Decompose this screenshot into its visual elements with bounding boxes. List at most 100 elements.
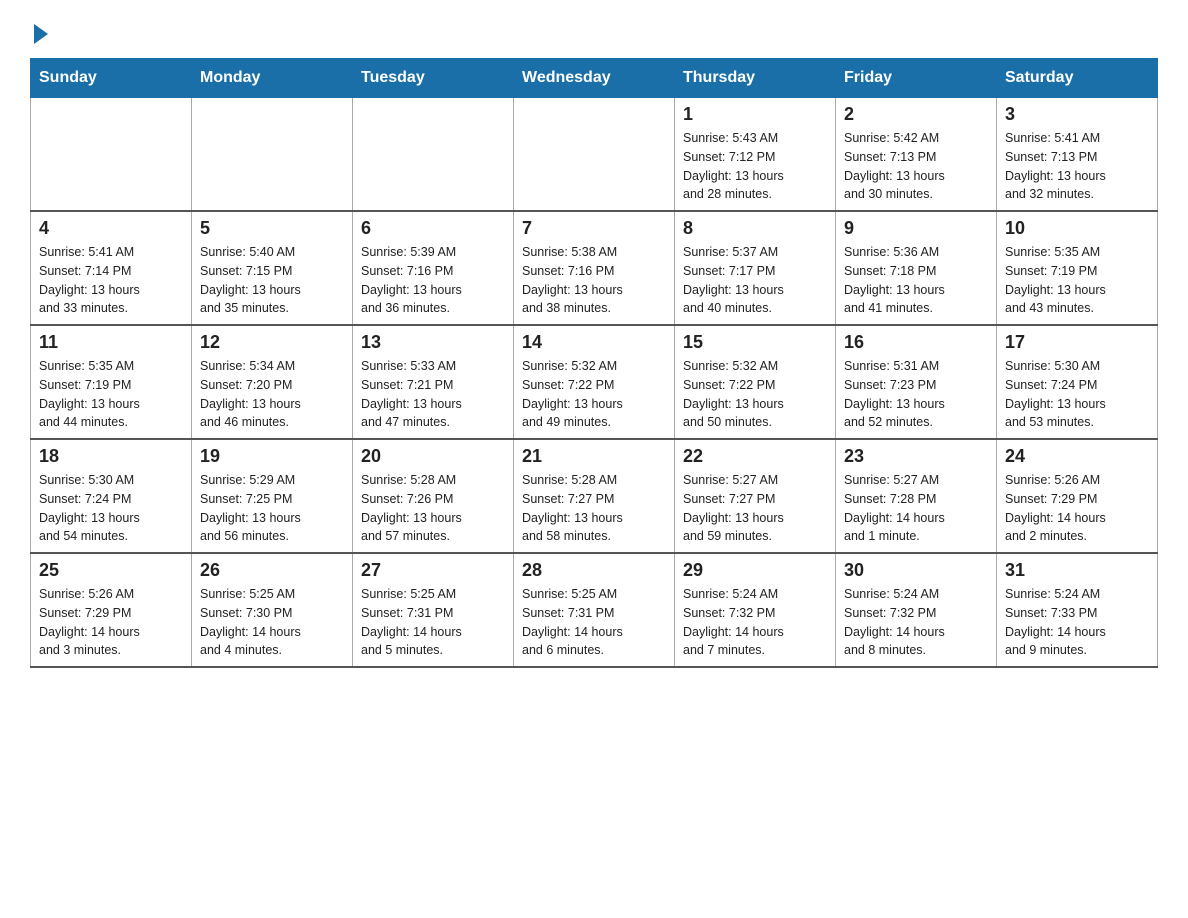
day-number: 29	[683, 560, 827, 581]
day-info: Sunrise: 5:35 AM Sunset: 7:19 PM Dayligh…	[39, 357, 183, 432]
calendar-table: SundayMondayTuesdayWednesdayThursdayFrid…	[30, 58, 1158, 668]
day-number: 2	[844, 104, 988, 125]
day-number: 26	[200, 560, 344, 581]
day-info: Sunrise: 5:43 AM Sunset: 7:12 PM Dayligh…	[683, 129, 827, 204]
weekday-header-monday: Monday	[192, 59, 353, 98]
day-number: 17	[1005, 332, 1149, 353]
calendar-cell: 25 Sunrise: 5:26 AM Sunset: 7:29 PM Dayli…	[31, 553, 192, 667]
day-number: 15	[683, 332, 827, 353]
day-number: 25	[39, 560, 183, 581]
day-number: 14	[522, 332, 666, 353]
day-info: Sunrise: 5:34 AM Sunset: 7:20 PM Dayligh…	[200, 357, 344, 432]
day-number: 4	[39, 218, 183, 239]
day-info: Sunrise: 5:32 AM Sunset: 7:22 PM Dayligh…	[522, 357, 666, 432]
calendar-week-row: 4 Sunrise: 5:41 AM Sunset: 7:14 PM Daylig…	[31, 211, 1158, 325]
day-info: Sunrise: 5:32 AM Sunset: 7:22 PM Dayligh…	[683, 357, 827, 432]
calendar-cell: 22Sunrise: 5:27 AM Sunset: 7:27 PM Dayli…	[675, 439, 836, 553]
calendar-cell: 28 Sunrise: 5:25 AM Sunset: 7:31 PM Dayli…	[514, 553, 675, 667]
day-number: 21	[522, 446, 666, 467]
day-number: 13	[361, 332, 505, 353]
day-number: 19	[200, 446, 344, 467]
calendar-cell: 10Sunrise: 5:35 AM Sunset: 7:19 PM Dayli…	[997, 211, 1158, 325]
day-number: 28	[522, 560, 666, 581]
day-info: Sunrise: 5:36 AM Sunset: 7:18 PM Dayligh…	[844, 243, 988, 318]
logo	[30, 20, 48, 40]
calendar-cell: 12 Sunrise: 5:34 AM Sunset: 7:20 PM Dayli…	[192, 325, 353, 439]
day-info: Sunrise: 5:30 AM Sunset: 7:24 PM Dayligh…	[39, 471, 183, 546]
calendar-cell: 31 Sunrise: 5:24 AM Sunset: 7:33 PM Dayli…	[997, 553, 1158, 667]
day-number: 6	[361, 218, 505, 239]
calendar-cell: 24 Sunrise: 5:26 AM Sunset: 7:29 PM Dayli…	[997, 439, 1158, 553]
day-number: 30	[844, 560, 988, 581]
day-info: Sunrise: 5:25 AM Sunset: 7:30 PM Dayligh…	[200, 585, 344, 660]
day-number: 1	[683, 104, 827, 125]
day-number: 23	[844, 446, 988, 467]
day-number: 3	[1005, 104, 1149, 125]
calendar-week-row: 18 Sunrise: 5:30 AM Sunset: 7:24 PM Dayli…	[31, 439, 1158, 553]
weekday-header-row: SundayMondayTuesdayWednesdayThursdayFrid…	[31, 59, 1158, 98]
day-number: 7	[522, 218, 666, 239]
day-info: Sunrise: 5:39 AM Sunset: 7:16 PM Dayligh…	[361, 243, 505, 318]
calendar-cell: 20Sunrise: 5:28 AM Sunset: 7:26 PM Dayli…	[353, 439, 514, 553]
day-number: 24	[1005, 446, 1149, 467]
day-number: 8	[683, 218, 827, 239]
calendar-cell: 11 Sunrise: 5:35 AM Sunset: 7:19 PM Dayli…	[31, 325, 192, 439]
day-info: Sunrise: 5:26 AM Sunset: 7:29 PM Dayligh…	[39, 585, 183, 660]
day-info: Sunrise: 5:27 AM Sunset: 7:28 PM Dayligh…	[844, 471, 988, 546]
calendar-cell: 19 Sunrise: 5:29 AM Sunset: 7:25 PM Dayli…	[192, 439, 353, 553]
day-number: 9	[844, 218, 988, 239]
calendar-header: SundayMondayTuesdayWednesdayThursdayFrid…	[31, 59, 1158, 98]
calendar-cell: 3 Sunrise: 5:41 AM Sunset: 7:13 PM Daylig…	[997, 98, 1158, 212]
day-info: Sunrise: 5:30 AM Sunset: 7:24 PM Dayligh…	[1005, 357, 1149, 432]
calendar-cell	[31, 98, 192, 212]
day-info: Sunrise: 5:25 AM Sunset: 7:31 PM Dayligh…	[522, 585, 666, 660]
calendar-week-row: 25 Sunrise: 5:26 AM Sunset: 7:29 PM Dayli…	[31, 553, 1158, 667]
day-info: Sunrise: 5:42 AM Sunset: 7:13 PM Dayligh…	[844, 129, 988, 204]
calendar-cell: 13Sunrise: 5:33 AM Sunset: 7:21 PM Dayli…	[353, 325, 514, 439]
day-info: Sunrise: 5:24 AM Sunset: 7:32 PM Dayligh…	[683, 585, 827, 660]
calendar-cell: 14 Sunrise: 5:32 AM Sunset: 7:22 PM Dayli…	[514, 325, 675, 439]
page-header	[30, 20, 1158, 40]
day-info: Sunrise: 5:40 AM Sunset: 7:15 PM Dayligh…	[200, 243, 344, 318]
day-info: Sunrise: 5:29 AM Sunset: 7:25 PM Dayligh…	[200, 471, 344, 546]
weekday-header-saturday: Saturday	[997, 59, 1158, 98]
day-info: Sunrise: 5:24 AM Sunset: 7:33 PM Dayligh…	[1005, 585, 1149, 660]
day-info: Sunrise: 5:37 AM Sunset: 7:17 PM Dayligh…	[683, 243, 827, 318]
day-info: Sunrise: 5:38 AM Sunset: 7:16 PM Dayligh…	[522, 243, 666, 318]
calendar-cell: 30Sunrise: 5:24 AM Sunset: 7:32 PM Dayli…	[836, 553, 997, 667]
weekday-header-sunday: Sunday	[31, 59, 192, 98]
day-number: 27	[361, 560, 505, 581]
weekday-header-wednesday: Wednesday	[514, 59, 675, 98]
day-info: Sunrise: 5:28 AM Sunset: 7:27 PM Dayligh…	[522, 471, 666, 546]
day-info: Sunrise: 5:41 AM Sunset: 7:13 PM Dayligh…	[1005, 129, 1149, 204]
day-info: Sunrise: 5:25 AM Sunset: 7:31 PM Dayligh…	[361, 585, 505, 660]
calendar-cell: 4 Sunrise: 5:41 AM Sunset: 7:14 PM Daylig…	[31, 211, 192, 325]
day-number: 22	[683, 446, 827, 467]
calendar-cell: 17 Sunrise: 5:30 AM Sunset: 7:24 PM Dayli…	[997, 325, 1158, 439]
calendar-cell: 5 Sunrise: 5:40 AM Sunset: 7:15 PM Daylig…	[192, 211, 353, 325]
day-number: 10	[1005, 218, 1149, 239]
weekday-header-thursday: Thursday	[675, 59, 836, 98]
calendar-cell: 2 Sunrise: 5:42 AM Sunset: 7:13 PM Daylig…	[836, 98, 997, 212]
calendar-cell: 9 Sunrise: 5:36 AM Sunset: 7:18 PM Daylig…	[836, 211, 997, 325]
calendar-cell	[192, 98, 353, 212]
calendar-body: 1 Sunrise: 5:43 AM Sunset: 7:12 PM Daylig…	[31, 98, 1158, 668]
calendar-week-row: 1 Sunrise: 5:43 AM Sunset: 7:12 PM Daylig…	[31, 98, 1158, 212]
calendar-cell: 6 Sunrise: 5:39 AM Sunset: 7:16 PM Daylig…	[353, 211, 514, 325]
day-number: 18	[39, 446, 183, 467]
calendar-cell: 1 Sunrise: 5:43 AM Sunset: 7:12 PM Daylig…	[675, 98, 836, 212]
day-number: 5	[200, 218, 344, 239]
day-info: Sunrise: 5:26 AM Sunset: 7:29 PM Dayligh…	[1005, 471, 1149, 546]
day-number: 11	[39, 332, 183, 353]
day-number: 12	[200, 332, 344, 353]
calendar-cell: 29 Sunrise: 5:24 AM Sunset: 7:32 PM Dayli…	[675, 553, 836, 667]
weekday-header-tuesday: Tuesday	[353, 59, 514, 98]
day-info: Sunrise: 5:31 AM Sunset: 7:23 PM Dayligh…	[844, 357, 988, 432]
calendar-cell	[514, 98, 675, 212]
day-number: 16	[844, 332, 988, 353]
day-number: 31	[1005, 560, 1149, 581]
calendar-cell: 18 Sunrise: 5:30 AM Sunset: 7:24 PM Dayli…	[31, 439, 192, 553]
day-number: 20	[361, 446, 505, 467]
day-info: Sunrise: 5:41 AM Sunset: 7:14 PM Dayligh…	[39, 243, 183, 318]
calendar-cell: 7 Sunrise: 5:38 AM Sunset: 7:16 PM Daylig…	[514, 211, 675, 325]
